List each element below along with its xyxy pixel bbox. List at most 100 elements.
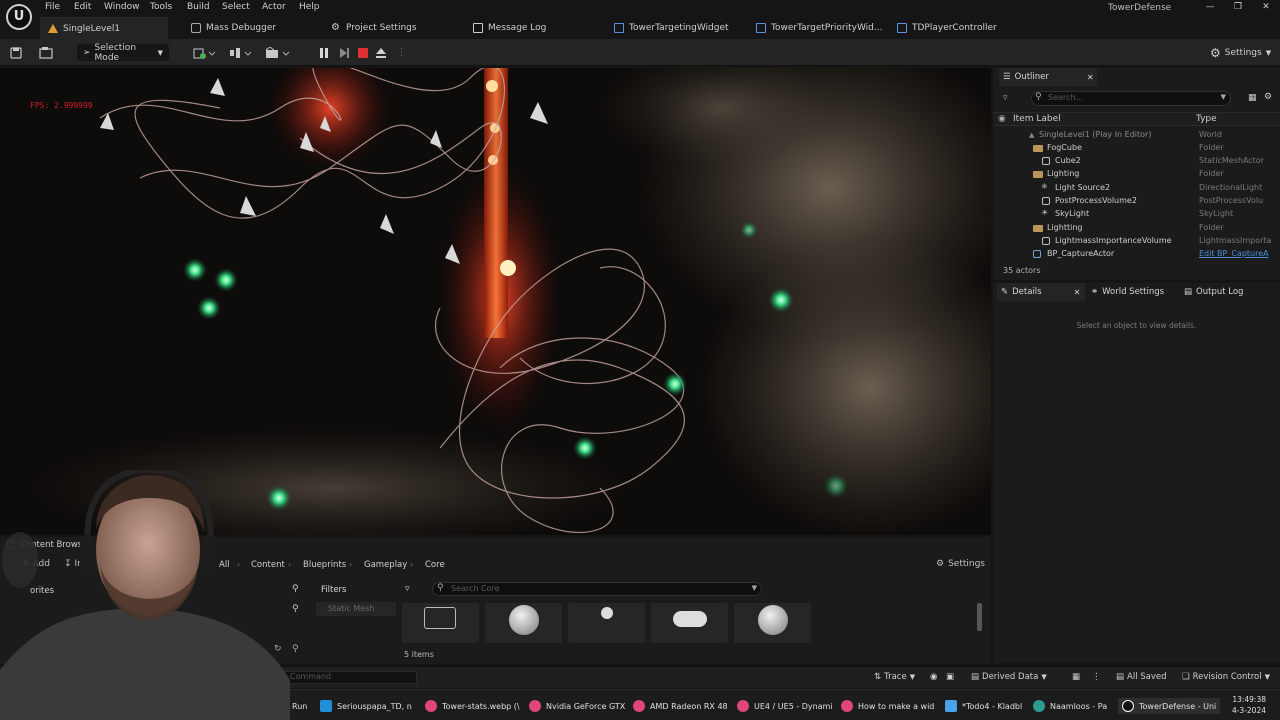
search-icon[interactable]: ⚲ xyxy=(292,604,299,614)
derived-data-button[interactable]: ▤ Derived Data ▼ xyxy=(971,672,1047,682)
taskbar-item[interactable]: Tower-stats.webp (\ xyxy=(425,698,520,714)
menu-actor[interactable]: Actor xyxy=(262,2,286,12)
outliner-row[interactable]: LightmassImportanceVolume LightmassImpor… xyxy=(993,235,1273,248)
content-browser-icon[interactable] xyxy=(39,44,53,61)
column-type[interactable]: Type xyxy=(1196,114,1217,124)
taskbar-item[interactable]: How to make a wid xyxy=(841,698,934,714)
tab-world-settings[interactable]: ⚭ World Settings xyxy=(1091,283,1164,301)
add-actor-icon[interactable] xyxy=(193,44,215,61)
close-icon[interactable]: ✕ xyxy=(1074,288,1081,297)
taskbar-item[interactable]: *Todo4 - Kladbl xyxy=(945,698,1022,714)
menu-help[interactable]: Help xyxy=(299,2,320,12)
column-item-label[interactable]: Item Label xyxy=(1013,114,1061,124)
outliner-column-header: ◉ Item Label Type xyxy=(993,112,1280,126)
chevron-down-icon[interactable]: ▼ xyxy=(1221,93,1226,101)
add-folder-icon[interactable]: ▦ xyxy=(1248,93,1257,103)
menu-edit[interactable]: Edit xyxy=(74,2,91,12)
level-viewport[interactable]: FPS: 2.999999 xyxy=(0,68,991,535)
content-scrollbar[interactable] xyxy=(977,603,982,631)
tab-outliner[interactable]: ☰ Outliner ✕ xyxy=(999,68,1097,86)
menu-select[interactable]: Select xyxy=(222,2,250,12)
menu-build[interactable]: Build xyxy=(187,2,210,12)
asset-tile[interactable] xyxy=(402,603,479,643)
maximize-icon[interactable]: ❐ xyxy=(1231,2,1245,14)
breadcrumb-gameplay[interactable]: Gameplay xyxy=(364,560,407,570)
outliner-row[interactable]: ☀ SkyLight SkyLight xyxy=(993,208,1273,221)
outliner-row[interactable]: PostProcessVolume2 PostProcessVolu xyxy=(993,195,1273,208)
tab-output-log[interactable]: ▤ Output Log xyxy=(1184,283,1243,301)
tab-message-log[interactable]: Message Log xyxy=(473,17,546,39)
search-icon[interactable]: ⚲ xyxy=(292,644,299,654)
console-command-input[interactable]: Command xyxy=(283,671,417,684)
close-icon[interactable]: ✕ xyxy=(1259,2,1273,14)
trace-button[interactable]: ⇅ Trace ▼ xyxy=(874,672,915,682)
search-placeholder: Search... xyxy=(1048,93,1084,102)
filter-icon[interactable]: ▿ xyxy=(405,584,410,594)
asset-tile[interactable] xyxy=(485,603,562,643)
taskbar-item[interactable]: UE4 / UE5 - Dynami xyxy=(737,698,833,714)
asset-tile[interactable] xyxy=(568,603,645,643)
minimize-icon[interactable]: — xyxy=(1203,2,1217,14)
step-button[interactable] xyxy=(338,44,350,61)
tab-singlelevel1[interactable]: SingleLevel1 xyxy=(40,17,168,39)
chevron-down-icon: ▼ xyxy=(1264,673,1270,681)
tab-td-player-controller[interactable]: TDPlayerController xyxy=(897,17,997,39)
breadcrumb-blueprints[interactable]: Blueprints xyxy=(303,560,346,570)
search-icon[interactable]: ⚲ xyxy=(292,584,299,594)
outliner-row[interactable]: BP_CaptureActor Edit BP_CaptureA xyxy=(993,248,1273,261)
cb-settings-button[interactable]: ⚙ Settings xyxy=(936,559,985,569)
eject-button[interactable] xyxy=(375,44,387,61)
menu-window[interactable]: Window xyxy=(104,2,140,12)
stop-button[interactable] xyxy=(357,44,369,61)
breadcrumb-core[interactable]: Core xyxy=(425,560,445,570)
menu-tools[interactable]: Tools xyxy=(150,2,172,12)
outliner-row[interactable]: ▲ SingleLevel1 (Play In Editor) World xyxy=(993,129,1273,142)
outliner-row[interactable]: Lightting Folder xyxy=(993,222,1273,235)
filter-static-mesh[interactable]: Static Mesh xyxy=(316,602,396,616)
tab-details[interactable]: ✎ Details ✕ xyxy=(997,283,1085,301)
chevron-down-icon[interactable]: ▼ xyxy=(752,584,757,592)
taskbar-item-active[interactable]: TowerDefense - Uni xyxy=(1118,698,1221,714)
tab-tower-targeting-widget[interactable]: TowerTargetingWidget xyxy=(614,17,729,39)
gear-icon[interactable]: ⚙ xyxy=(1264,92,1272,102)
edit-blueprint-link[interactable]: Edit BP_CaptureA xyxy=(1199,249,1271,258)
taskbar-item[interactable]: Naamloos - Pa xyxy=(1033,698,1107,714)
system-clock[interactable]: 13:49:38 4-3-2024 xyxy=(1228,694,1266,716)
revision-control-label: Revision Control xyxy=(1192,672,1262,682)
camera-icon[interactable]: ▣ xyxy=(946,672,954,682)
settings-button[interactable]: ⚙ Settings ▼ xyxy=(1210,44,1271,61)
cinematics-icon[interactable] xyxy=(265,44,291,61)
more-options-icon[interactable]: ⋮ xyxy=(1092,672,1101,682)
tab-mass-debugger[interactable]: Mass Debugger xyxy=(191,17,276,39)
outliner-row[interactable]: Cube2 StaticMeshActor xyxy=(993,155,1273,168)
record-icon[interactable]: ◉ xyxy=(930,672,937,682)
outliner-search-input[interactable]: ⚲ Search... ▼ xyxy=(1031,91,1231,106)
taskbar-item[interactable]: Seriouspapa_TD, n xyxy=(320,698,412,714)
outliner-row[interactable]: Lighting Folder xyxy=(993,168,1273,181)
more-options-icon[interactable]: ⋮ xyxy=(397,44,406,61)
close-icon[interactable]: ✕ xyxy=(1087,73,1094,82)
source-control-changelist-icon[interactable]: ▦ xyxy=(1072,672,1080,682)
tab-tower-target-priority-widget[interactable]: TowerTargetPriorityWid... xyxy=(756,17,882,39)
revision-control-button[interactable]: ❏ Revision Control ▼ xyxy=(1182,672,1270,682)
filter-icon[interactable]: ▿ xyxy=(1003,93,1008,103)
taskbar-item[interactable]: AMD Radeon RX 48 xyxy=(633,698,728,714)
unreal-logo-icon[interactable]: U xyxy=(6,4,32,30)
taskbar-item[interactable]: Run xyxy=(292,698,307,714)
asset-tile[interactable] xyxy=(651,603,728,643)
outliner-row[interactable]: ✳ Light Source2 DirectionalLight xyxy=(993,182,1273,195)
blueprint-icon[interactable] xyxy=(229,44,253,61)
pause-button[interactable] xyxy=(318,44,330,61)
selection-mode-dropdown[interactable]: ➢ Selection Mode ▼ xyxy=(77,43,169,63)
content-search-input[interactable]: ⚲ Search Core ▼ xyxy=(432,582,762,596)
save-all-button[interactable]: ▤ All Saved xyxy=(1116,672,1167,682)
pencil-icon: ✎ xyxy=(1001,287,1009,297)
outliner-row[interactable]: FogCube Folder xyxy=(993,142,1273,155)
asset-tile[interactable] xyxy=(734,603,811,643)
eye-icon[interactable]: ◉ xyxy=(998,114,1006,124)
save-icon[interactable] xyxy=(10,44,22,61)
app-icon xyxy=(320,700,332,712)
menu-file[interactable]: File xyxy=(45,2,60,12)
taskbar-item[interactable]: Nvidia GeForce GTX xyxy=(529,698,625,714)
tab-project-settings[interactable]: ⚙ Project Settings xyxy=(331,17,417,39)
